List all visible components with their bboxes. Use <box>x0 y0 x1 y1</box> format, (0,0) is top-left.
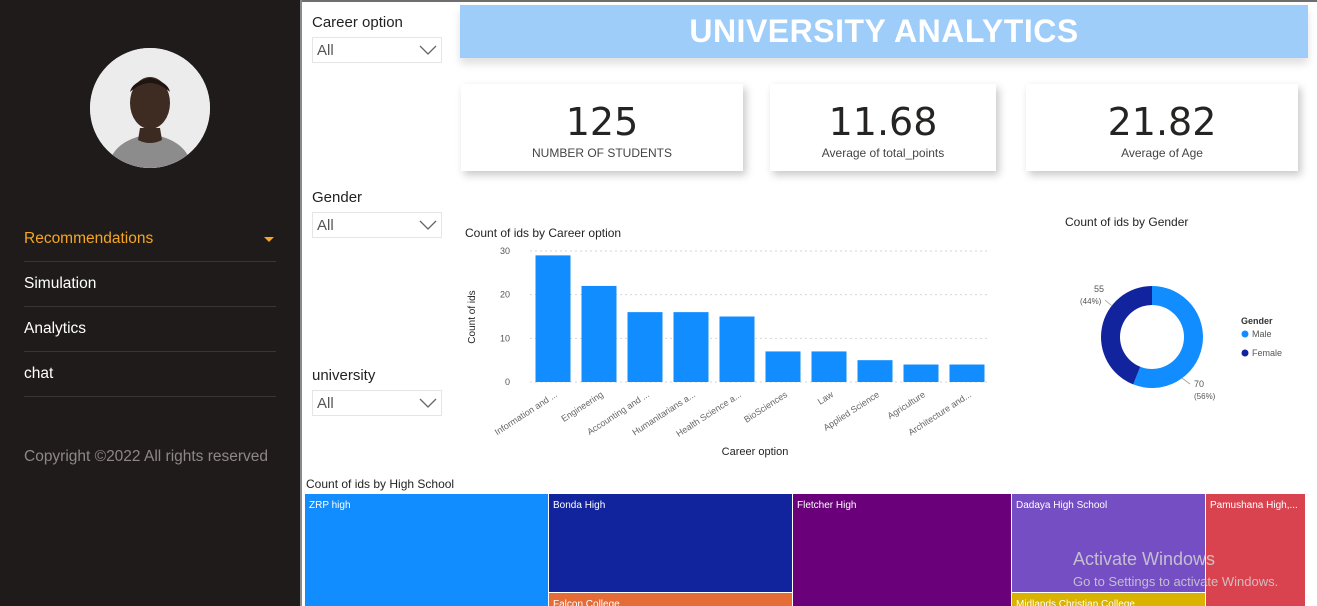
university-slicer: university All <box>312 367 442 416</box>
bar <box>673 312 709 382</box>
data-label-pct: (56%) <box>1194 392 1216 401</box>
bar <box>857 360 893 382</box>
slicer-value: All <box>317 394 334 412</box>
x-axis-label: Career option <box>722 446 789 458</box>
kpi-card-students: 125 NUMBER OF STUDENTS <box>461 84 743 171</box>
kpi-label: NUMBER OF STUDENTS <box>531 146 672 160</box>
kpi-value: 11.68 <box>828 100 938 144</box>
bar <box>535 255 571 382</box>
sidebar-nav: Recommendations Simulation Analytics cha… <box>24 217 276 397</box>
treemap-label: Falcon College <box>553 599 620 606</box>
y-tick-label: 20 <box>500 290 510 300</box>
sidebar: Recommendations Simulation Analytics cha… <box>0 0 300 606</box>
bar <box>811 351 847 382</box>
nav-item-label: chat <box>24 365 54 382</box>
legend-marker <box>1241 349 1249 357</box>
treemap-label: Bonda High <box>553 500 605 511</box>
x-tick-label: Agriculture <box>886 389 928 421</box>
slicer-title: Gender <box>312 189 363 206</box>
activate-windows-watermark: Activate Windows <box>1073 549 1216 569</box>
slicer-value: All <box>317 41 334 59</box>
slicer-value: All <box>317 216 334 234</box>
nav-item-chat[interactable]: chat <box>24 352 276 397</box>
treemap-label: Fletcher High <box>797 500 856 511</box>
bar <box>719 316 755 382</box>
bar <box>627 312 663 382</box>
legend-label: Female <box>1252 348 1282 358</box>
nav-item-label: Recommendations <box>24 230 154 247</box>
legend-marker <box>1241 330 1249 338</box>
chevron-down-icon <box>419 220 437 230</box>
treemap-label: Midlands Christian College <box>1016 599 1135 606</box>
treemap-label: Pamushana High,... <box>1210 500 1298 511</box>
gender-slicer: Gender All <box>312 189 442 238</box>
bar <box>765 351 801 382</box>
page-title-banner: UNIVERSITY ANALYTICS <box>460 5 1308 58</box>
legend-title: Gender <box>1241 316 1273 326</box>
kpi-label: Average of total_points <box>821 146 945 160</box>
data-label: 55 <box>1094 284 1104 294</box>
nav-item-simulation[interactable]: Simulation <box>24 262 276 307</box>
gender-dropdown[interactable]: All <box>312 212 442 238</box>
slicer-title: university <box>312 367 376 384</box>
career-option-slicer: Career option All <box>312 14 442 63</box>
data-label-pct: (44%) <box>1080 297 1102 306</box>
bar <box>949 364 985 382</box>
bar <box>903 364 939 382</box>
y-tick-label: 30 <box>500 246 510 256</box>
kpi-card-total-points: 11.68 Average of total_points <box>770 84 996 171</box>
x-tick-label: Engineering <box>559 389 605 424</box>
treemap-title: Count of ids by High School <box>306 477 455 491</box>
y-axis-label: Count of ids <box>467 290 478 343</box>
copyright-text: Copyright ©2022 All rights reserved <box>24 448 269 465</box>
slicer-title: Career option <box>312 14 403 31</box>
x-tick-label: Law <box>816 389 836 407</box>
treemap-label: ZRP high <box>309 500 351 511</box>
donut-chart-title: Count of ids by Gender <box>1065 215 1189 229</box>
divider <box>302 0 1317 2</box>
university-dropdown[interactable]: All <box>312 390 442 416</box>
treemap-label: Dadaya High School <box>1016 500 1107 511</box>
kpi-card-age: 21.82 Average of Age <box>1026 84 1298 171</box>
label-leader <box>1104 299 1113 307</box>
career-bar-chart: 0102030Information and ... EngineeringAcc… <box>467 246 990 458</box>
chevron-down-icon <box>419 45 437 55</box>
nav-item-label: Analytics <box>24 320 87 337</box>
career-option-dropdown[interactable]: All <box>312 37 442 63</box>
label-leader <box>1181 377 1191 385</box>
y-tick-label: 10 <box>500 333 510 343</box>
x-tick-label: BioSciences <box>742 389 789 425</box>
kpi-value: 125 <box>565 100 639 144</box>
profile-photo <box>90 48 210 168</box>
caret-down-icon <box>264 236 274 242</box>
x-tick-label: Information and ... <box>493 389 559 437</box>
data-label: 70 <box>1194 379 1204 389</box>
kpi-value: 21.82 <box>1107 100 1217 144</box>
nav-item-label: Simulation <box>24 275 97 292</box>
nav-item-recommendations[interactable]: Recommendations <box>24 217 276 262</box>
divider <box>300 0 302 606</box>
kpi-label: Average of Age <box>1121 146 1203 160</box>
bar-chart-title: Count of ids by Career option <box>465 226 622 240</box>
chevron-down-icon <box>419 398 437 408</box>
activate-windows-hint: Go to Settings to activate Windows. <box>1073 574 1279 589</box>
y-tick-label: 0 <box>505 377 510 387</box>
nav-item-analytics[interactable]: Analytics <box>24 307 276 352</box>
legend-label: Male <box>1252 329 1272 339</box>
page-title: UNIVERSITY ANALYTICS <box>689 13 1079 49</box>
gender-donut-chart: 70 (56%) 55 (44%) Gender Male Female <box>1080 284 1282 401</box>
bar <box>581 285 617 382</box>
avatar <box>90 48 210 168</box>
